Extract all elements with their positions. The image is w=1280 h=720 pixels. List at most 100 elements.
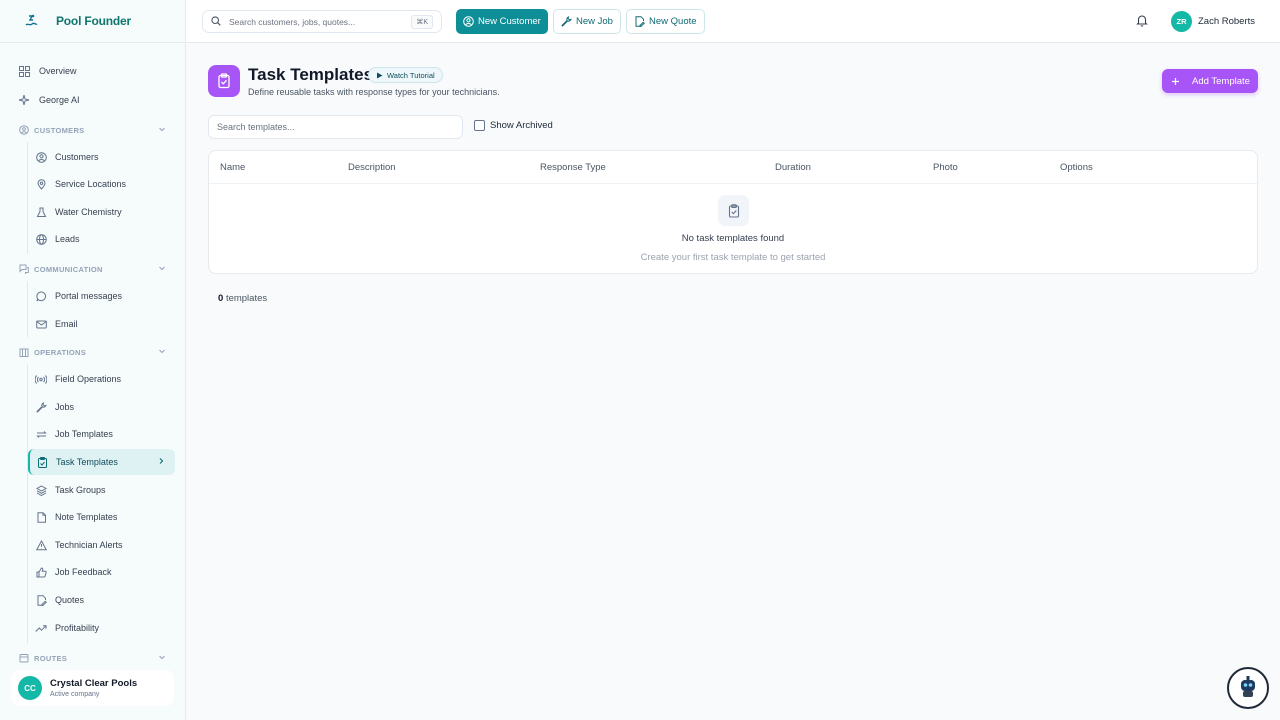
sidebar-item-jobs[interactable]: Jobs xyxy=(28,394,175,420)
radio-signal-icon xyxy=(35,373,47,385)
file-icon xyxy=(35,511,47,523)
globe-icon xyxy=(35,233,47,245)
column-header-description[interactable]: Description xyxy=(348,162,396,173)
watch-tutorial-label: Watch Tutorial xyxy=(387,70,435,80)
user-menu[interactable]: ZR Zach Roberts xyxy=(1171,11,1255,32)
chat-icon xyxy=(18,264,29,275)
sidebar-item-label: Water Chemistry xyxy=(55,207,122,217)
sidebar-item-task-groups[interactable]: Task Groups xyxy=(28,477,175,503)
sidebar-item-label: Portal messages xyxy=(55,291,123,301)
page-subtitle: Define reusable tasks with response type… xyxy=(248,87,500,97)
sidebar-item-note-templates[interactable]: Note Templates xyxy=(28,504,175,530)
show-archived-toggle[interactable]: Show Archived xyxy=(474,120,553,131)
mail-icon xyxy=(35,318,47,330)
column-header-photo[interactable]: Photo xyxy=(933,162,958,173)
search-shortcut: ⌘K xyxy=(411,15,433,29)
sidebar-item-label: Note Templates xyxy=(55,512,118,522)
sidebar-item-service-locations[interactable]: Service Locations xyxy=(28,171,175,197)
topbar: Search customers, jobs, quotes... ⌘K New… xyxy=(186,0,1280,43)
sidebar-item-field-operations[interactable]: Field Operations xyxy=(28,366,175,392)
company-name: Crystal Clear Pools xyxy=(50,678,138,689)
sidebar-item-label: Task Groups xyxy=(55,485,106,495)
sidebar-item-leads[interactable]: Leads xyxy=(28,226,175,252)
template-count-label: templates xyxy=(225,293,268,304)
column-header-duration[interactable]: Duration xyxy=(775,162,811,173)
user-circle-icon xyxy=(18,125,29,136)
column-header-options[interactable]: Options xyxy=(1060,162,1093,173)
template-search-input[interactable]: Search templates... xyxy=(208,115,463,139)
company-switcher[interactable]: CC Crystal Clear Pools Active company xyxy=(11,670,174,706)
new-customer-button[interactable]: New Customer xyxy=(456,9,548,34)
sidebar-item-email[interactable]: Email xyxy=(28,311,175,337)
company-avatar: CC xyxy=(18,676,42,700)
chevron-down-icon xyxy=(158,264,166,274)
add-template-button[interactable]: Add Template xyxy=(1162,69,1258,93)
sidebar-item-quotes[interactable]: Quotes xyxy=(28,587,175,613)
sidebar-item-label: Field Operations xyxy=(55,374,122,384)
sidebar-item-label: Technician Alerts xyxy=(55,540,123,550)
add-template-label: Add Template xyxy=(1192,75,1250,87)
sidebar-item-customers[interactable]: Customers xyxy=(28,144,175,170)
grid-icon xyxy=(18,65,30,77)
empty-state-subtitle: Create your first task template to get s… xyxy=(640,252,826,263)
task-templates-table: Name Description Response Type Duration … xyxy=(208,150,1258,274)
sidebar-item-overview[interactable]: Overview xyxy=(18,61,77,81)
brand[interactable]: Pool Founder xyxy=(0,0,185,43)
sidebar-item-label: Quotes xyxy=(55,595,85,605)
bell-icon[interactable] xyxy=(1136,14,1148,32)
layers-icon xyxy=(35,484,47,496)
sidebar-item-label: Task Templates xyxy=(56,457,118,467)
table-header: Name Description Response Type Duration … xyxy=(209,151,1257,184)
sidebar-item-water-chemistry[interactable]: Water Chemistry xyxy=(28,199,175,225)
watch-tutorial-button[interactable]: Watch Tutorial xyxy=(368,67,443,83)
robot-icon xyxy=(1234,672,1262,705)
search-placeholder: Search customers, jobs, quotes... xyxy=(229,16,356,27)
sidebar-item-label: Job Templates xyxy=(55,429,113,439)
new-quote-button[interactable]: New Quote xyxy=(626,9,705,34)
repeat-icon xyxy=(35,428,47,440)
template-count-value: 0 xyxy=(218,293,224,304)
section-label: OPERATIONS xyxy=(34,347,87,357)
chevron-right-icon xyxy=(157,457,165,467)
sidebar-item-label: George AI xyxy=(39,95,80,105)
new-job-button[interactable]: New Job xyxy=(553,9,621,34)
alert-triangle-icon xyxy=(35,539,47,551)
sidebar-item-portal-messages[interactable]: Portal messages xyxy=(28,283,175,309)
user-avatar: ZR xyxy=(1171,11,1192,32)
sidebar-item-profitability[interactable]: Profitability xyxy=(28,615,175,641)
sidebar-item-technician-alerts[interactable]: Technician Alerts xyxy=(28,532,175,558)
section-routes[interactable]: ROUTES xyxy=(18,650,168,666)
map-pin-icon xyxy=(35,178,47,190)
building-icon xyxy=(18,347,29,358)
wrench-icon xyxy=(561,16,572,27)
sidebar: Pool Founder Overview George AI CUSTOMER… xyxy=(0,0,186,720)
flask-icon xyxy=(35,206,47,218)
global-search-input[interactable]: Search customers, jobs, quotes... ⌘K xyxy=(202,10,442,33)
section-label: ROUTES xyxy=(34,653,68,663)
sidebar-item-label: Overview xyxy=(39,66,77,76)
sidebar-item-job-templates[interactable]: Job Templates xyxy=(28,421,175,447)
sidebar-item-label: Profitability xyxy=(55,623,100,633)
user-circle-icon xyxy=(35,151,47,163)
show-archived-checkbox[interactable] xyxy=(474,120,485,131)
main-content: Task Templates Watch Tutorial Define reu… xyxy=(186,43,1280,720)
sidebar-item-job-feedback[interactable]: Job Feedback xyxy=(28,559,175,585)
column-header-name[interactable]: Name xyxy=(220,162,245,173)
template-count: 0 templates xyxy=(218,293,267,304)
assistant-bot-button[interactable] xyxy=(1227,667,1269,709)
chevron-down-icon xyxy=(158,653,166,663)
section-label: COMMUNICATION xyxy=(34,264,103,274)
section-operations[interactable]: OPERATIONS xyxy=(18,344,168,360)
sidebar-item-label: Service Locations xyxy=(55,179,127,189)
sidebar-item-george-ai[interactable]: George AI xyxy=(18,90,80,110)
template-search-placeholder: Search templates... xyxy=(217,122,295,132)
user-circle-icon xyxy=(463,16,474,27)
show-archived-label: Show Archived xyxy=(490,120,553,131)
trending-up-icon xyxy=(35,622,47,634)
sidebar-item-task-templates[interactable]: Task Templates xyxy=(28,449,175,475)
section-customers[interactable]: CUSTOMERS xyxy=(18,122,168,138)
plus-icon xyxy=(1171,77,1180,86)
section-communication[interactable]: COMMUNICATION xyxy=(18,261,168,277)
column-header-response-type[interactable]: Response Type xyxy=(540,162,606,173)
chevron-down-icon xyxy=(158,347,166,357)
